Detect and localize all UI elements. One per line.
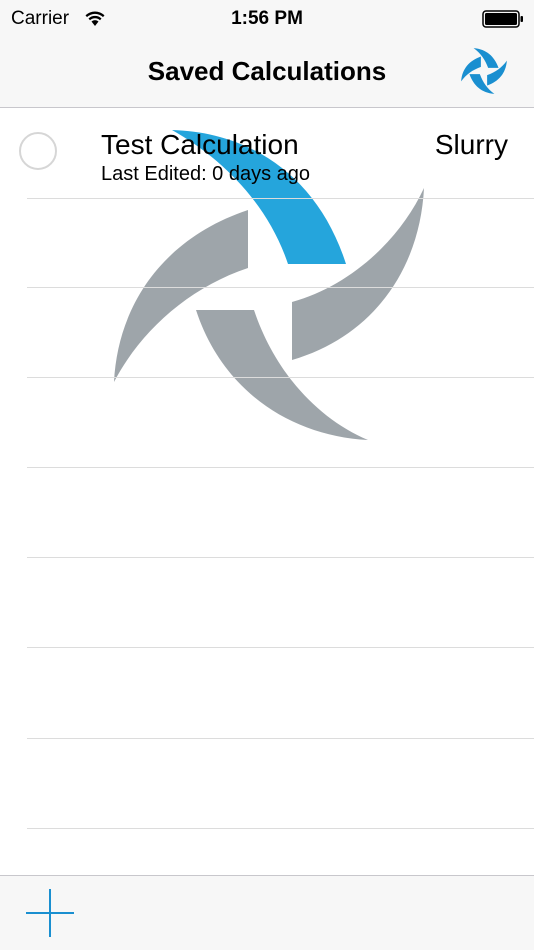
row-separator [27, 557, 534, 558]
plus-icon[interactable] [24, 887, 76, 939]
row-separator [27, 198, 534, 199]
row-separator [27, 287, 534, 288]
battery-icon [482, 10, 523, 28]
selection-circle[interactable] [19, 132, 57, 170]
row-separator [27, 377, 534, 378]
pinwheel-logo-icon[interactable] [458, 45, 510, 97]
status-time: 1:56 PM [231, 8, 303, 29]
row-separator [27, 738, 534, 739]
list-item[interactable]: Test Calculation Last Edited: 0 days ago… [0, 108, 534, 198]
row-separator [27, 467, 534, 468]
status-bar: Carrier 1:56 PM [0, 0, 534, 38]
row-separator [27, 828, 534, 829]
calculation-last-edited: Last Edited: 0 days ago [101, 163, 311, 185]
calculation-title: Test Calculation [101, 129, 299, 160]
page-title: Saved Calculations [147, 56, 387, 86]
calculations-list: Test Calculation Last Edited: 0 days ago… [0, 108, 534, 875]
navigation-bar: Saved Calculations [0, 38, 534, 108]
row-separator [27, 647, 534, 648]
calculation-type: Slurry [434, 129, 508, 160]
bottom-toolbar [0, 875, 534, 950]
